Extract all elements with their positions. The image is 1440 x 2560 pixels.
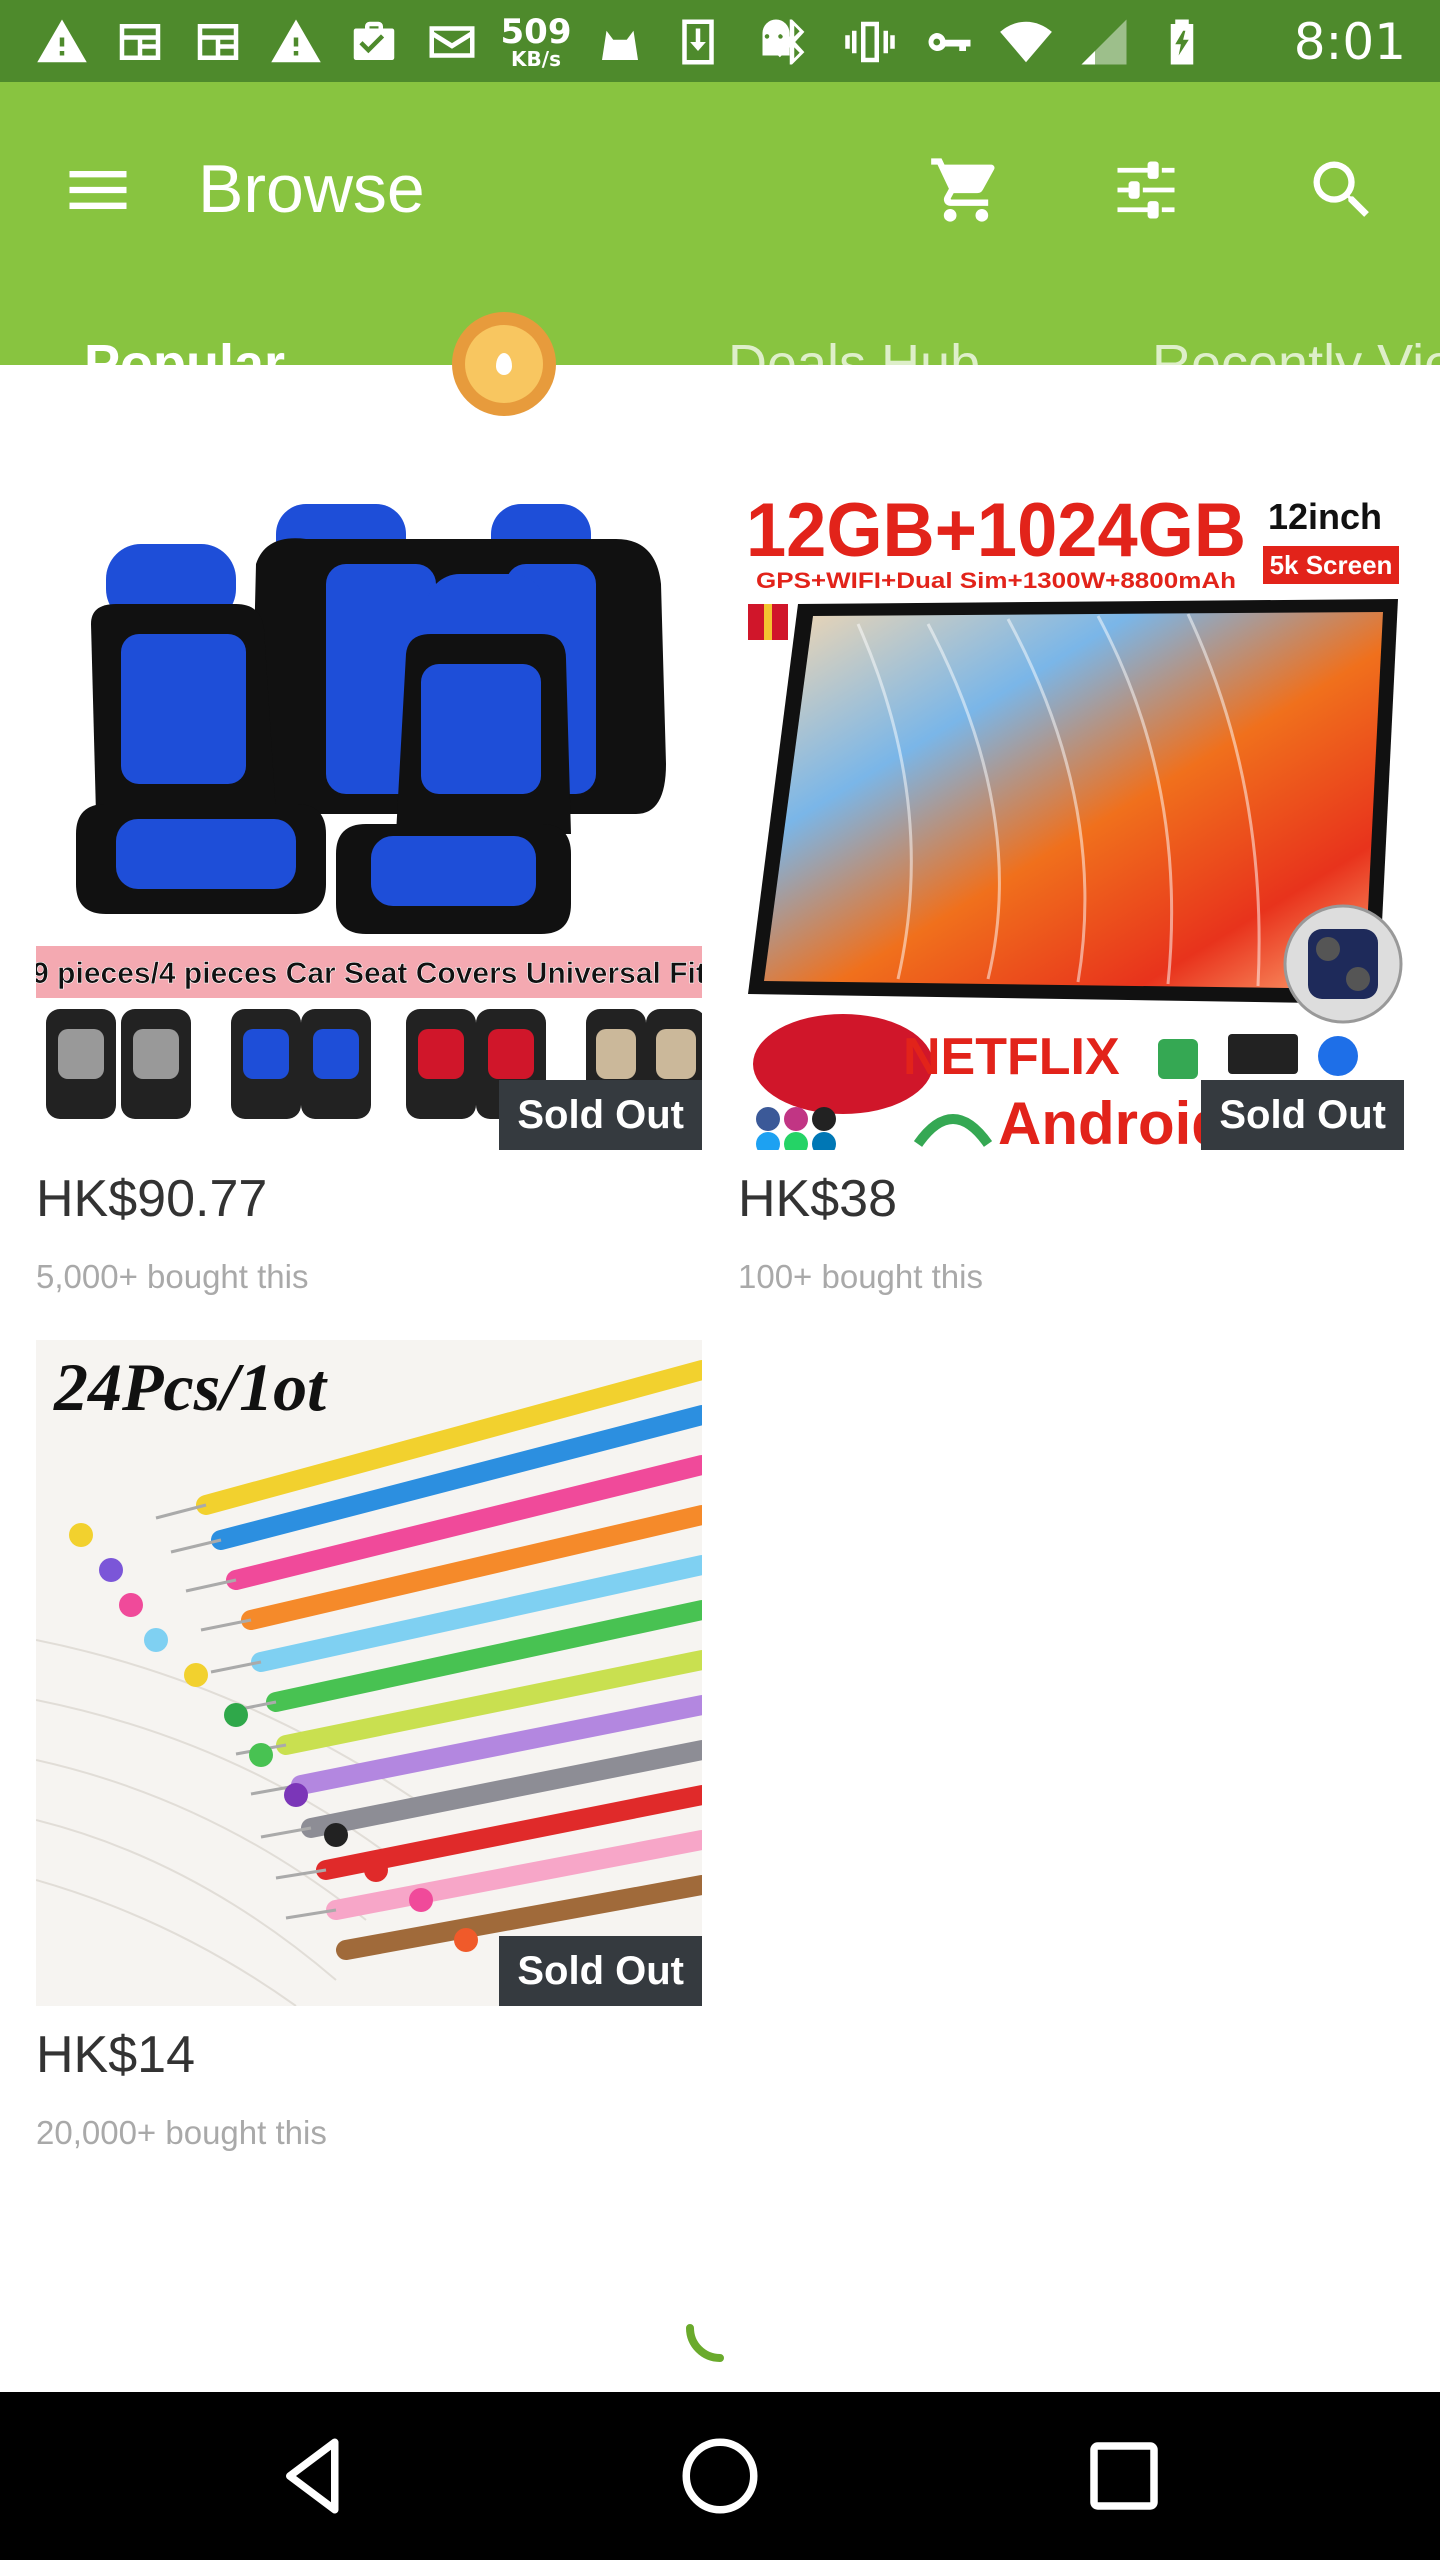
product-bought-count: 5,000+ bought this [36,1258,309,1295]
tab-recently-viewed[interactable]: Recently Vie [1152,280,1440,448]
product-price: HK$38 [738,1170,897,1228]
tab-popular[interactable]: Popular [84,280,285,448]
tab-deals-hub[interactable]: Deals Hub [728,280,980,448]
home-circle-icon [682,2438,758,2514]
tab-coins[interactable] [452,312,556,416]
gel-pens-image: 24Pcs/1ot [36,1340,702,2006]
download-icon [670,14,726,70]
vpn-key-icon [920,14,976,70]
home-button[interactable] [670,2426,770,2526]
tablet-size: 12inch [1268,496,1382,537]
network-speed-value: 509 [500,12,572,52]
product-price: HK$14 [36,2026,195,2084]
battery-charging-icon [1154,14,1210,70]
menu-button[interactable] [46,138,150,242]
vibrate-icon [842,14,898,70]
filter-button[interactable] [1094,138,1198,242]
wifi-icon [998,14,1054,70]
page-title: Browse [198,151,425,227]
warning-icon [268,14,324,70]
sliders-icon [1117,161,1175,219]
news-icon [190,14,246,70]
cat-app-icon [592,14,648,70]
back-triangle-icon [286,2438,339,2514]
tablet-os: Android [998,1090,1228,1150]
network-speed: 509 KB/s [500,12,572,71]
recents-square-icon [1090,2442,1158,2510]
tablet-specs: GPS+WIFI+Dual Sim+1300W+8800mAh [756,568,1236,593]
search-icon [1313,161,1369,217]
mail-icon [424,14,480,70]
recents-button[interactable] [1074,2426,1174,2526]
hamburger-menu-icon [69,171,127,209]
product-price: HK$90.77 [36,1170,268,1228]
news-icon [112,14,168,70]
tablet-image: 12GB+1024GB 12inch 5k Screen GPS+WIFI+Du… [738,484,1404,1150]
tablet-brand: NETFLIX [903,1028,1120,1086]
status-bar: 509 KB/s 8:01 [0,0,1440,82]
status-clock: 8:01 [1293,13,1406,71]
shopping-cart-icon [931,158,995,222]
product-bought-count: 20,000+ bought this [36,2114,327,2151]
product-card[interactable]: 9 pieces/4 pieces Car Seat Covers Univer… [36,484,702,1314]
system-nav-bar [0,2392,1440,2560]
product-image: 24Pcs/1ot Sold Out [36,1340,702,2006]
back-button[interactable] [266,2426,366,2526]
network-speed-unit: KB/s [511,47,561,71]
cart-button[interactable] [914,138,1018,242]
product-card[interactable]: 12GB+1024GB 12inch 5k Screen GPS+WIFI+Du… [738,484,1404,1314]
product-bought-count: 100+ bought this [738,1258,983,1295]
cell-signal-icon [1076,14,1132,70]
sold-out-badge: Sold Out [1201,1080,1404,1150]
status-notification-icons: 509 KB/s [34,14,804,70]
sold-out-badge: Sold Out [499,1080,702,1150]
tablet-screen: 5k Screen [1270,550,1393,580]
tablet-headline: 12GB+1024GB [746,488,1246,573]
product-image: 9 pieces/4 pieces Car Seat Covers Univer… [36,484,702,1150]
sold-out-badge: Sold Out [499,1936,702,2006]
tab-indicator [0,430,363,442]
bluetooth-icon [764,14,820,70]
product-card[interactable]: 24Pcs/1ot Sold Out HK$14 20,000+ bought … [36,1340,702,2170]
car-seat-caption: 9 pieces/4 pieces Car Seat Covers Univer… [36,957,702,990]
briefcase-check-icon [346,14,402,70]
product-image: 12GB+1024GB 12inch 5k Screen GPS+WIFI+Du… [738,484,1404,1150]
tab-bar: Popular Deals Hub Recently Vie [0,280,1440,448]
coin-icon [465,325,543,403]
pens-caption: 24Pcs/1ot [53,1349,328,1425]
search-button[interactable] [1290,138,1394,242]
status-system-icons [764,14,1210,70]
car-seat-covers-image: 9 pieces/4 pieces Car Seat Covers Univer… [36,484,702,1150]
loading-spinner-icon [686,2324,724,2362]
warning-icon [34,14,90,70]
